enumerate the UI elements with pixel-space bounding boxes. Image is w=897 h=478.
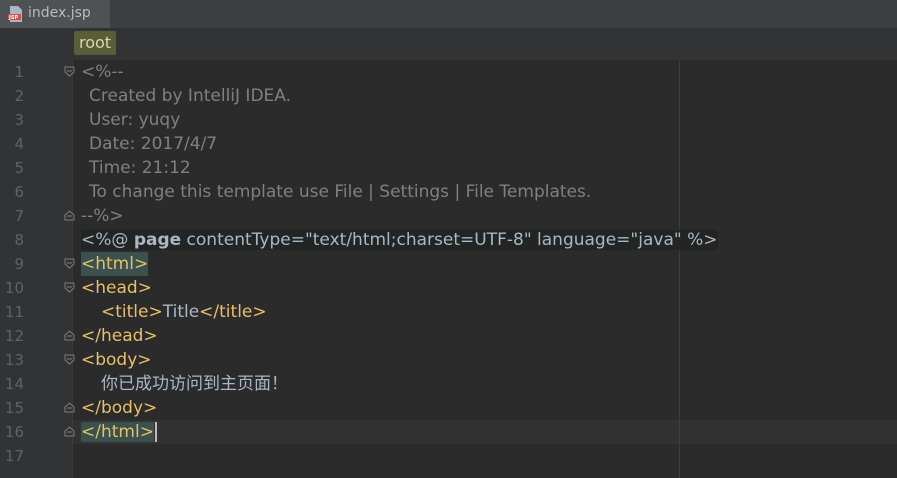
directive-value: java <box>638 230 674 250</box>
title-open-tag: <title> <box>101 302 163 322</box>
code-line[interactable]: 5 Time: 21:12 <box>0 156 897 180</box>
fold-end-icon[interactable] <box>64 210 75 221</box>
jsp-directive: <%@ page contentType="text/html;charset=… <box>81 228 718 252</box>
fold-end-icon[interactable] <box>64 402 75 413</box>
code-line[interactable]: 13 <body> <box>0 348 897 372</box>
code-line[interactable]: 8 <%@ page contentType="text/html;charse… <box>0 228 897 252</box>
code-line[interactable]: 4 Date: 2017/4/7 <box>0 132 897 156</box>
fold-end-icon[interactable] <box>64 426 75 437</box>
fold-marker-icon[interactable] <box>64 282 75 293</box>
code-line[interactable]: 17 <box>0 444 897 468</box>
line-number: 16 <box>4 423 24 441</box>
title-text: Title <box>162 302 200 322</box>
tab-index-jsp[interactable]: JSP index.jsp <box>0 0 110 28</box>
code-text: User: yuqy <box>89 110 181 130</box>
line-number: 7 <box>14 207 24 225</box>
line-number: 12 <box>4 327 24 345</box>
code-text: --%> <box>81 206 124 226</box>
code-line[interactable]: 9 <html> <box>0 252 897 276</box>
fold-end-icon[interactable] <box>64 330 75 341</box>
line-number: 1 <box>14 63 24 81</box>
line-number: 2 <box>14 87 24 105</box>
code-text: 你已成功访问到主页面！ <box>101 374 288 394</box>
code-line[interactable]: 12 </head> <box>0 324 897 348</box>
line-number: 15 <box>4 399 24 417</box>
code-text: To change this template use File | Setti… <box>89 182 592 202</box>
directive-keyword: page <box>133 230 182 250</box>
code-line[interactable]: 1 <%-- <box>0 60 897 84</box>
directive-attr: contentType=" <box>181 230 313 250</box>
code-text: </html> <box>81 422 154 442</box>
editor-tab-bar: JSP index.jsp <box>0 0 897 29</box>
code-text: <%-- <box>81 62 124 82</box>
directive-close: " %> <box>673 230 718 250</box>
current-line-code: </html> <box>81 420 157 444</box>
code-text: <head> <box>81 278 152 298</box>
directive-attr: " language=" <box>523 230 639 250</box>
code-text: </head> <box>81 326 158 346</box>
line-number: 14 <box>4 375 24 393</box>
line-number: 17 <box>4 447 24 465</box>
line-number: 10 <box>4 279 24 297</box>
code-line[interactable]: 10 <head> <box>0 276 897 300</box>
code-line[interactable]: 6 To change this template use File | Set… <box>0 180 897 204</box>
jsp-file-icon: JSP <box>8 6 22 22</box>
tab-label: index.jsp <box>28 5 91 21</box>
fold-marker-icon[interactable] <box>64 354 75 365</box>
code-line-current[interactable]: 16 </html> <box>0 420 897 444</box>
title-element: <title>Title</title> <box>101 300 267 324</box>
breadcrumb-item-root[interactable]: root <box>74 31 117 55</box>
line-number: 3 <box>14 111 24 129</box>
fold-marker-icon[interactable] <box>64 258 75 269</box>
code-text: </body> <box>81 398 158 418</box>
code-line[interactable]: 2 Created by IntelliJ IDEA. <box>0 84 897 108</box>
line-number: 11 <box>4 303 24 321</box>
jsp-icon-label: JSP <box>8 15 18 21</box>
title-close-tag: </title> <box>199 302 267 322</box>
line-number: 5 <box>14 159 24 177</box>
line-number: 8 <box>14 231 24 249</box>
code-line[interactable]: 15 </body> <box>0 396 897 420</box>
fold-marker-icon[interactable] <box>64 66 75 77</box>
code-line[interactable]: 14 你已成功访问到主页面！ <box>0 372 897 396</box>
code-line[interactable]: 3 User: yuqy <box>0 108 897 132</box>
breadcrumb <box>0 28 897 61</box>
line-number: 9 <box>14 255 24 273</box>
line-number: 13 <box>4 351 24 369</box>
text-caret <box>154 422 157 442</box>
code-text: <html> <box>81 252 149 276</box>
line-number: 4 <box>14 135 24 153</box>
code-line[interactable]: 11 <title>Title</title> <box>0 300 897 324</box>
code-text: Time: 21:12 <box>89 158 191 178</box>
directive-open: <%@ <box>81 230 134 250</box>
line-number: 6 <box>14 183 24 201</box>
code-text: Date: 2017/4/7 <box>89 134 218 154</box>
code-text: Created by IntelliJ IDEA. <box>89 86 292 106</box>
directive-value: text/html;charset=UTF-8 <box>312 230 524 250</box>
code-text: <body> <box>81 350 152 370</box>
code-line[interactable]: 7 --%> <box>0 204 897 228</box>
